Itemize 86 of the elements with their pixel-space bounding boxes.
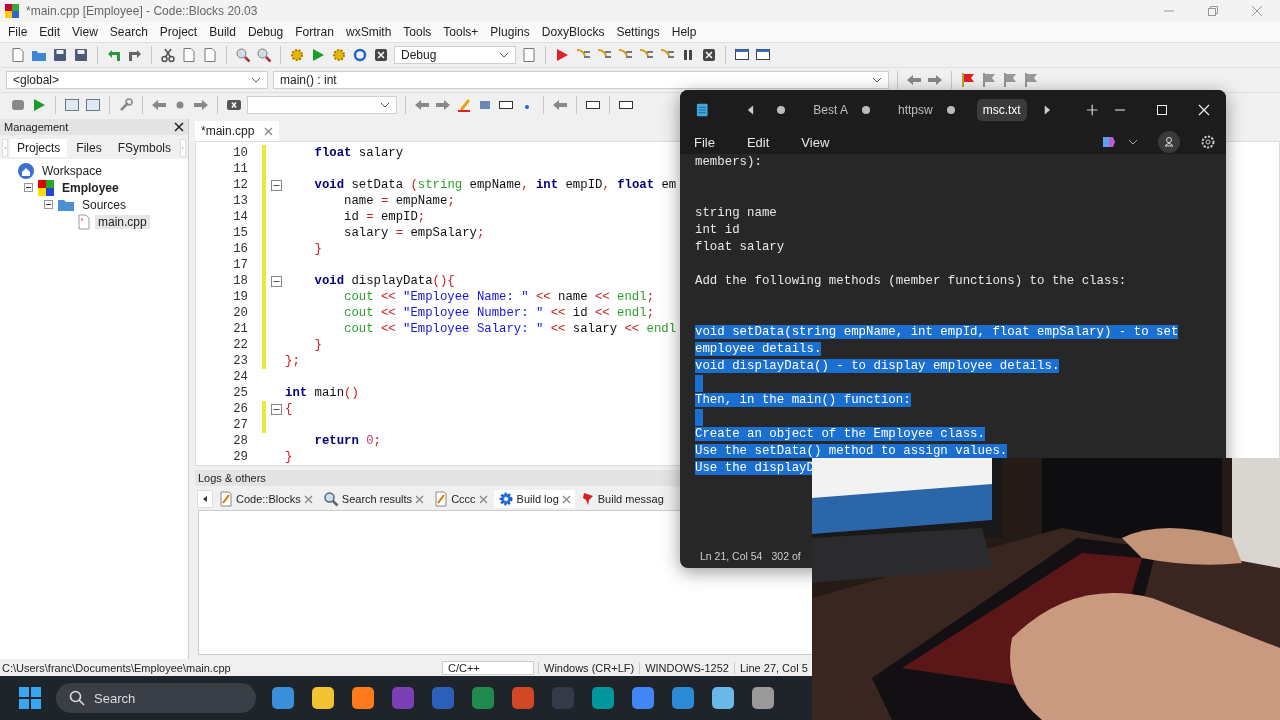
panel-tab[interactable]: FSymbols <box>110 139 178 157</box>
build-target-dropdown[interactable]: Debug <box>394 46 516 64</box>
language-indicator: C/C++ <box>442 660 534 675</box>
line-number: 11 <box>232 162 248 176</box>
line-number: 20 <box>232 306 248 320</box>
code-line: }; <box>285 354 300 368</box>
window-title: *main.cpp [Employee] - Code::Blocks 20.03 <box>26 4 258 18</box>
tree-item[interactable]: Workspace <box>39 163 105 178</box>
search-field[interactable]: Search <box>56 683 256 713</box>
menu-item[interactable]: Plugins <box>484 25 536 39</box>
menu-item[interactable]: Settings <box>610 25 666 39</box>
menu-item[interactable]: DoxyBlocks <box>535 25 611 39</box>
menu-item[interactable]: wxSmith <box>339 25 398 39</box>
line-number: 19 <box>232 290 248 304</box>
code-line: int main() <box>285 386 359 400</box>
log-tab[interactable]: Code::Blocks <box>215 490 317 508</box>
code-line: id = empID; <box>343 210 426 224</box>
line-number: 24 <box>232 370 248 384</box>
tree-item[interactable]: main.cpp <box>95 214 150 229</box>
line-number: 22 <box>232 338 248 352</box>
line-number: 21 <box>232 322 248 336</box>
text-line: members): <box>695 155 762 169</box>
code-line: } <box>285 450 293 464</box>
line-number: 17 <box>232 258 248 272</box>
code-line: cout << "Employee Number: " << id << endl; <box>343 306 654 320</box>
menu-item[interactable]: View <box>801 134 830 150</box>
log-tab[interactable]: Build messag <box>576 490 668 508</box>
code-line: return 0; <box>313 434 381 448</box>
text-line: string name <box>695 206 777 220</box>
panel-tab[interactable]: Projects <box>9 139 68 157</box>
line-number: 25 <box>232 386 248 400</box>
line-number: 12 <box>232 178 248 192</box>
encoding-indicator: WINDOWS-1252 <box>639 661 734 674</box>
menu-item[interactable]: Search <box>103 25 154 39</box>
code-line: } <box>313 338 322 352</box>
text-line: int id <box>695 223 740 237</box>
panel-tab[interactable]: Files <box>69 139 109 157</box>
file-path: C:\Users\franc\Documents\Employee\main.cpp <box>2 661 232 674</box>
code-line: } <box>313 242 322 256</box>
scope-dropdown[interactable]: <global> <box>6 71 268 89</box>
status-text: Ln 21, Col 54 <box>700 550 763 562</box>
line-number: 14 <box>232 210 248 224</box>
line-number: 15 <box>232 226 248 240</box>
line-number: 23 <box>232 354 248 368</box>
menu-item[interactable]: File <box>694 134 715 150</box>
menu-item[interactable]: Project <box>153 25 204 39</box>
line-number: 28 <box>232 434 248 448</box>
text-line: Add the following methods (member functions) to the class: <box>695 274 1127 288</box>
line-number: 26 <box>232 402 248 416</box>
menu-item[interactable]: Fortran <box>289 25 340 39</box>
code-line: float salary <box>313 146 404 160</box>
code-line: { <box>285 402 293 416</box>
menu-item[interactable]: Tools <box>397 25 438 39</box>
code-line: name = empName; <box>343 194 455 208</box>
log-tab[interactable]: Build log <box>493 490 575 508</box>
status-text: 302 of <box>771 550 801 562</box>
tree-item[interactable]: Employee <box>59 180 122 195</box>
editor-tab[interactable]: *main.cpp <box>195 121 280 141</box>
menu-item[interactable]: Edit <box>33 25 67 39</box>
line-number: 10 <box>232 146 248 160</box>
menu-item[interactable]: Tools+ <box>437 25 485 39</box>
line-number: 16 <box>232 242 248 256</box>
line-number: 29 <box>232 450 248 464</box>
menu-item[interactable]: Build <box>203 25 242 39</box>
text-line: float salary <box>695 240 785 254</box>
menu-item[interactable]: View <box>66 25 104 39</box>
code-line: cout << "Employee Name: " << name << endl; <box>343 290 654 304</box>
line-number: 13 <box>232 194 248 208</box>
line-number: 18 <box>232 274 248 288</box>
panel-title: Management <box>4 121 69 133</box>
code-line: cout << "Employee Salary: " << salary << endl <box>343 322 677 336</box>
menu-item[interactable]: File <box>2 25 34 39</box>
line-ending-indicator: Windows (CR+LF) <box>538 661 640 674</box>
menu-item[interactable]: Help <box>665 25 703 39</box>
notepad-tab[interactable]: Best A <box>813 103 848 117</box>
menu-item[interactable]: Edit <box>746 134 770 150</box>
code-line: void displayData(){ <box>313 274 455 288</box>
code-line: void setData (string empName, int empID, float em <box>313 178 677 192</box>
notepad-tab[interactable]: httpsw <box>898 103 933 117</box>
log-tab[interactable]: Cccc <box>430 490 492 508</box>
function-dropdown[interactable]: main() : int <box>273 71 889 89</box>
tree-item[interactable]: Sources <box>79 197 130 212</box>
line-number: 27 <box>232 418 248 432</box>
log-tab[interactable]: Search results <box>318 490 429 508</box>
code-line: salary = empSalary; <box>343 226 485 240</box>
menu-item[interactable]: Debug <box>241 25 290 39</box>
